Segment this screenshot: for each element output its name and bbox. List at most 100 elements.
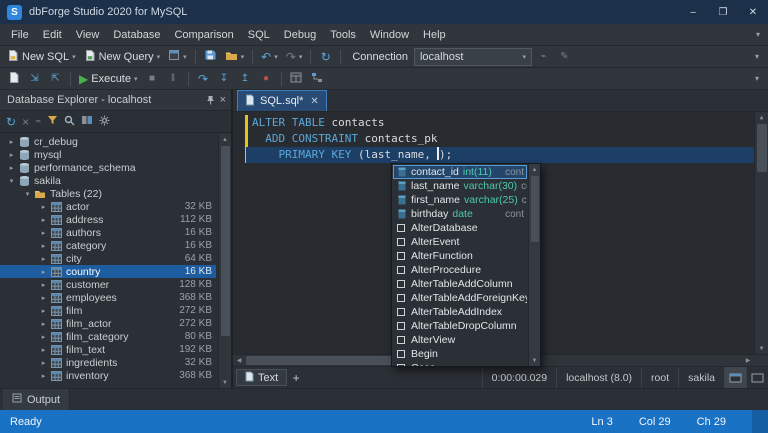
open-file-dropdown-icon[interactable]: ▾ — [241, 53, 245, 61]
expand-icon[interactable]: ▸ — [38, 294, 49, 302]
search-icon[interactable] — [64, 115, 75, 129]
menu-edit[interactable]: Edit — [36, 24, 69, 45]
redo-button[interactable]: ↷ ▾ — [283, 47, 306, 66]
stop-button[interactable]: ■ — [143, 69, 162, 88]
execute-dropdown-icon[interactable]: ▾ — [134, 75, 138, 83]
new-query-dropdown-icon[interactable]: ▾ — [157, 53, 161, 61]
minimize-button[interactable]: – — [678, 0, 708, 24]
maximize-button[interactable]: ❐ — [708, 0, 738, 24]
expand-icon[interactable]: ▸ — [38, 320, 49, 328]
menu-window[interactable]: Window — [363, 24, 416, 45]
connection-properties-button[interactable]: ✎ — [555, 47, 574, 66]
breakpoint-button[interactable]: ● — [257, 69, 276, 88]
autocomplete-item[interactable]: last_namevarchar(30)cont — [393, 179, 527, 193]
pin-icon[interactable] — [206, 95, 215, 105]
tree-item[interactable]: ▸ employees 368 KB — [0, 291, 216, 304]
tree-item[interactable]: ▸ performance_schema — [0, 161, 216, 174]
connect-icon[interactable]: ⌁ — [35, 116, 41, 127]
autocomplete-item[interactable]: AlterFunction — [393, 249, 527, 263]
menu-database[interactable]: Database — [106, 24, 167, 45]
tree-item[interactable]: ▸ film_text 192 KB — [0, 343, 216, 356]
tree-item[interactable]: ▸ film_actor 272 KB — [0, 317, 216, 330]
import-button[interactable]: ⇲ — [25, 69, 44, 88]
fullscreen-toggle-button[interactable] — [746, 367, 768, 388]
expand-icon[interactable]: ▸ — [38, 255, 49, 263]
open-script-button[interactable] — [4, 69, 23, 88]
expand-icon[interactable]: ▸ — [38, 216, 49, 224]
new-object-dropdown-icon[interactable]: ▾ — [183, 53, 187, 61]
tree-item[interactable]: ▾ Tables (22) — [0, 187, 216, 200]
popup-vertical-scrollbar[interactable]: ▲ ▼ — [528, 164, 540, 366]
disconnect-icon[interactable]: × — [22, 116, 29, 128]
code-line[interactable]: PRIMARY KEY (last_name, ); — [246, 147, 754, 163]
scrollbar-thumb[interactable] — [756, 124, 767, 172]
document-tab-sql[interactable]: SQL.sql* ✕ — [237, 90, 327, 111]
menu-file[interactable]: File — [4, 24, 36, 45]
expand-icon[interactable]: ▸ — [38, 268, 49, 276]
menu-view[interactable]: View — [69, 24, 107, 45]
step-over-button[interactable]: ↷ — [194, 69, 213, 88]
scroll-up-icon[interactable]: ▲ — [529, 164, 540, 175]
execute-button[interactable]: ▶ Execute ▾ — [76, 69, 141, 88]
settings-gear-icon[interactable] — [99, 115, 110, 129]
code-line[interactable]: ADD CONSTRAINT contacts_pk — [252, 131, 754, 147]
new-query-button[interactable]: New Query ▾ — [81, 47, 164, 66]
editor-vertical-scrollbar[interactable]: ▲ ▼ — [754, 112, 768, 354]
redo-dropdown-icon[interactable]: ▾ — [299, 53, 303, 61]
expand-icon[interactable]: ▸ — [38, 229, 49, 237]
autocomplete-item[interactable]: AlterEvent — [393, 235, 527, 249]
autocomplete-item[interactable]: contact_id int(11) cont — [393, 165, 527, 179]
expand-icon[interactable]: ▸ — [6, 151, 17, 159]
menu-tools[interactable]: Tools — [323, 24, 363, 45]
step-into-button[interactable]: ↧ — [215, 69, 234, 88]
output-panel-tab[interactable]: Output — [3, 389, 71, 410]
scroll-right-icon[interactable]: ▶ — [742, 355, 754, 366]
menu-comparison[interactable]: Comparison — [167, 24, 240, 45]
filter-icon[interactable] — [47, 115, 58, 128]
status-user[interactable]: root — [641, 367, 678, 388]
autocomplete-item[interactable]: Case — [393, 361, 527, 366]
export-button[interactable]: ⇱ — [46, 69, 65, 88]
expand-icon[interactable]: ▸ — [38, 281, 49, 289]
autocomplete-item[interactable]: Begin — [393, 347, 527, 361]
scroll-up-icon[interactable]: ▲ — [219, 134, 231, 145]
expand-icon[interactable]: ▸ — [6, 138, 17, 146]
expand-icon[interactable]: ▸ — [38, 372, 49, 380]
folders-view-icon[interactable] — [81, 115, 93, 128]
code-line[interactable]: ALTER TABLE contacts — [252, 115, 754, 131]
scroll-down-icon[interactable]: ▼ — [755, 343, 768, 354]
toolbar-overflow-icon[interactable]: ▾ — [750, 74, 764, 83]
autocomplete-item[interactable]: AlterProcedure — [393, 263, 527, 277]
tree-item[interactable]: ▸ film_category 80 KB — [0, 330, 216, 343]
status-connection[interactable]: localhost (8.0) — [556, 367, 641, 388]
tree-item[interactable]: ▸ ingredients 32 KB — [0, 356, 216, 369]
explorer-vertical-scrollbar[interactable]: ▲ ▼ — [218, 134, 231, 388]
expand-icon[interactable]: ▸ — [6, 164, 17, 172]
status-database[interactable]: sakila — [678, 367, 724, 388]
scroll-left-icon[interactable]: ◀ — [233, 355, 245, 366]
autocomplete-item[interactable]: first_namevarchar(25)cont — [393, 193, 527, 207]
expand-icon[interactable]: ▸ — [38, 203, 49, 211]
scrollbar-thumb[interactable] — [220, 146, 230, 336]
refresh-document-button[interactable]: ↻ — [316, 47, 335, 66]
open-file-button[interactable]: ▾ — [222, 47, 248, 66]
autocomplete-item[interactable]: AlterView — [393, 333, 527, 347]
tree-item[interactable]: ▸ cr_debug — [0, 135, 216, 148]
tree-item[interactable]: ▸ mysql — [0, 148, 216, 161]
new-object-button[interactable]: ▾ — [165, 47, 190, 66]
tree-item[interactable]: ▾ sakila — [0, 174, 216, 187]
tree-item[interactable]: ▸ category 16 KB — [0, 239, 216, 252]
scroll-up-icon[interactable]: ▲ — [755, 112, 768, 123]
tree-item[interactable]: ▸ city 64 KB — [0, 252, 216, 265]
close-button[interactable]: ✕ — [738, 0, 768, 24]
menu-help[interactable]: Help — [416, 24, 453, 45]
expand-icon[interactable]: ▸ — [38, 359, 49, 367]
tree-item[interactable]: ▸ customer 128 KB — [0, 278, 216, 291]
tree-item[interactable]: ▸ actor 32 KB — [0, 200, 216, 213]
scrollbar-thumb[interactable] — [530, 176, 539, 242]
scroll-down-icon[interactable]: ▼ — [219, 377, 231, 388]
autocomplete-item[interactable]: AlterTableDropColumn — [393, 319, 527, 333]
menu-sql[interactable]: SQL — [241, 24, 277, 45]
save-button[interactable] — [201, 47, 220, 66]
tree-item[interactable]: ▸ authors 16 KB — [0, 226, 216, 239]
